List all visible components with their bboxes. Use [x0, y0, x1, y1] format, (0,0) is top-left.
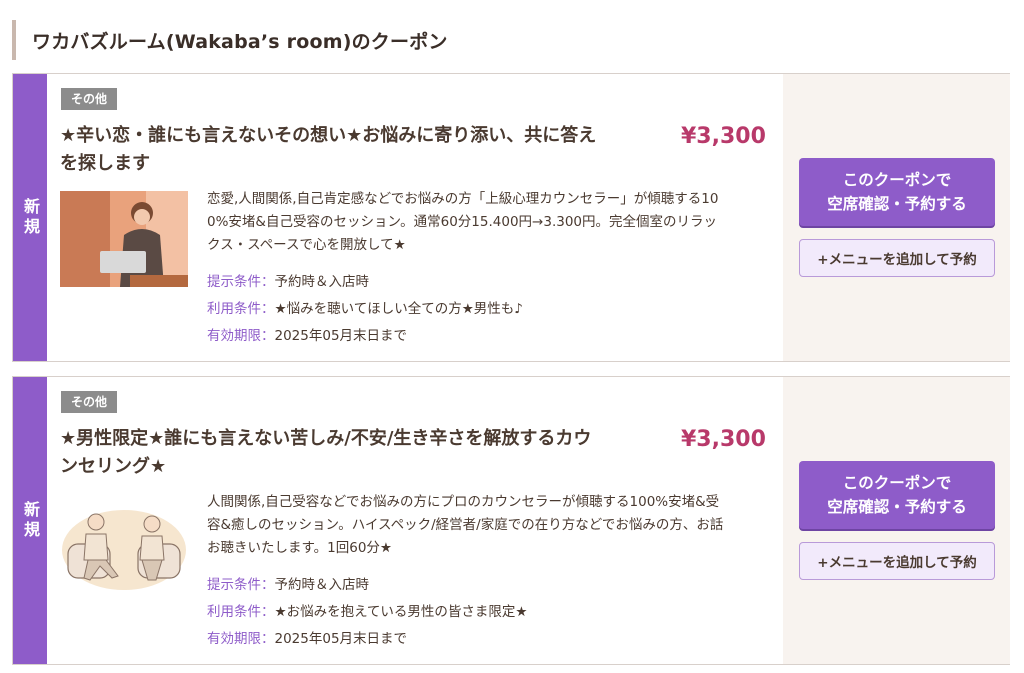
coupon-description: 恋愛,人間関係,自己肯定感などでお悩みの方「上級心理カウンセラー」が傾聴する10… [207, 191, 719, 253]
category-badge: その他 [61, 391, 118, 413]
new-customer-tag: 新規 [13, 377, 47, 664]
coupon-action-panel: このクーポンで 空席確認・予約する +メニューを追加して予約 [783, 377, 1010, 664]
coupon-price: ¥3,300 [681, 124, 766, 149]
add-menu-reserve-button[interactable]: +メニューを追加して予約 [799, 239, 995, 277]
reserve-with-coupon-button[interactable]: このクーポンで 空席確認・予約する [799, 158, 995, 226]
coupon-title: ★男性限定★誰にも言えない苦しみ/不安/生き辛さを解放するカウ ンセリング★ [60, 428, 592, 477]
add-menu-reserve-button[interactable]: +メニューを追加して予約 [799, 542, 995, 580]
reserve-with-coupon-button[interactable]: このクーポンで 空席確認・予約する [799, 461, 995, 529]
section-title: ワカバズルーム(Wakaba’s room)のクーポン [32, 30, 448, 53]
section-header: ワカバズルーム(Wakaba’s room)のクーポン [12, 20, 1012, 60]
usage-condition: 利用条件：★悩みを聴いてほしい全ての方★男性も♪ [207, 301, 523, 317]
expiry-date: 有効期限：2025年05月末日まで [207, 631, 408, 647]
coupon-price: ¥3,300 [681, 427, 766, 452]
coupon-card: 新規 その他 ★辛い恋・誰にも言えないその想い★お悩みに寄り添い、共に答え を探… [12, 73, 1010, 362]
counseling-illustration [60, 494, 188, 590]
coupon-action-panel: このクーポンで 空席確認・予約する +メニューを追加して予約 [783, 74, 1010, 361]
coupon-title: ★辛い恋・誰にも言えないその想い★お悩みに寄り添い、共に答え を探します [60, 125, 597, 174]
expiry-date: 有効期限：2025年05月末日まで [207, 328, 408, 344]
new-customer-tag: 新規 [13, 74, 47, 361]
coupon-description: 人間関係,自己受容などでお悩みの方にプロのカウンセラーが傾聴する100%安堵&受… [207, 494, 724, 556]
coupon-card: 新規 その他 ★男性限定★誰にも言えない苦しみ/不安/生き辛さを解放するカウ ン… [12, 376, 1010, 665]
presentation-condition: 提示条件：予約時＆入店時 [207, 577, 369, 593]
category-badge: その他 [61, 88, 118, 110]
coupon-thumbnail-photo [60, 191, 188, 287]
usage-condition: 利用条件：★お悩みを抱えている男性の皆さま限定★ [207, 604, 528, 620]
presentation-condition: 提示条件：予約時＆入店時 [207, 274, 369, 290]
